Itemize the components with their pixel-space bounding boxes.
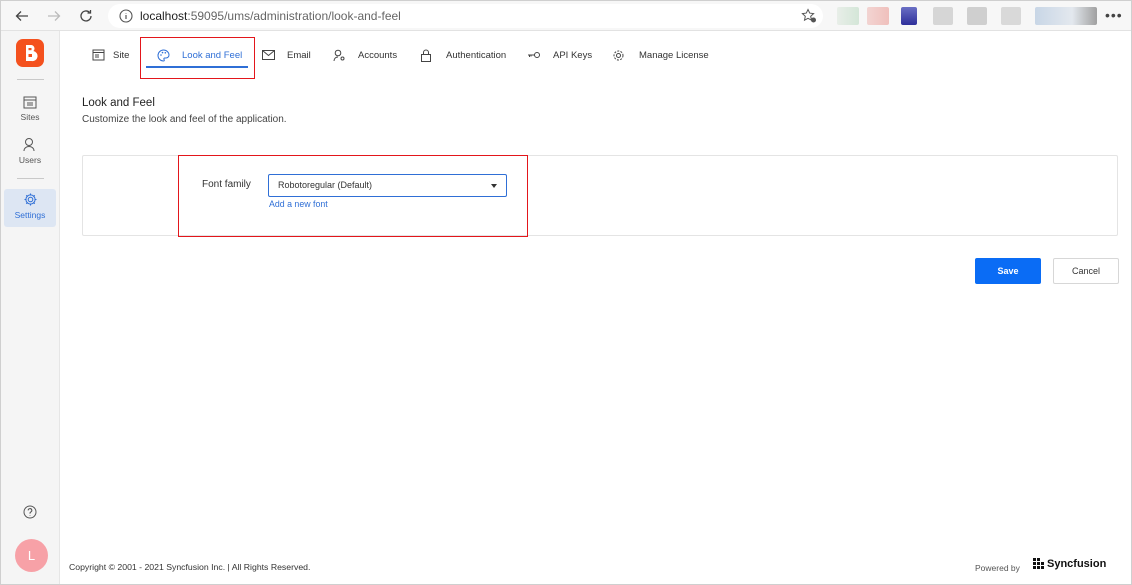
app-sidebar: Sites Users Settings L — [1, 31, 60, 584]
tab-label: Authentication — [446, 49, 507, 61]
gear-icon — [24, 193, 36, 206]
sidebar-item-label: Users — [18, 155, 42, 165]
brand-name: Syncfusion — [1047, 558, 1107, 570]
extension-icon[interactable] — [837, 7, 859, 25]
forward-icon[interactable] — [44, 6, 64, 26]
extension-icon[interactable] — [1001, 7, 1021, 25]
highlight-box-font-family — [178, 155, 528, 237]
browser-toolbar: localhost:59095/ums/administration/look-… — [1, 1, 1131, 31]
lock-icon — [421, 49, 431, 62]
favorite-star-icon[interactable] — [801, 8, 817, 24]
cancel-button[interactable]: Cancel — [1053, 258, 1119, 284]
footer-powered-by: Powered by — [975, 563, 1020, 573]
more-options-icon[interactable]: ••• — [1105, 7, 1123, 23]
info-icon[interactable] — [118, 8, 134, 24]
refresh-icon[interactable] — [76, 6, 96, 26]
save-button[interactable]: Save — [975, 258, 1041, 284]
extension-icon[interactable] — [933, 7, 953, 25]
window-frame — [0, 0, 1132, 585]
key-icon — [528, 52, 540, 58]
sidebar-item-sites[interactable]: Sites — [4, 93, 56, 131]
tab-api-keys[interactable]: API Keys — [527, 31, 592, 79]
profile-extension[interactable] — [1035, 7, 1097, 25]
back-icon[interactable] — [12, 6, 32, 26]
tab-label: Email — [287, 49, 311, 61]
tab-manage-license[interactable]: Manage License — [612, 31, 709, 79]
tab-accounts[interactable]: Accounts — [333, 31, 397, 79]
syncfusion-mark-icon — [1033, 558, 1044, 569]
sidebar-item-label: Sites — [20, 112, 40, 122]
sidebar-item-label: Settings — [14, 210, 46, 220]
footer-copyright: Copyright © 2001 - 2021 Syncfusion Inc. … — [69, 562, 311, 572]
address-bar[interactable]: localhost:59095/ums/administration/look-… — [108, 4, 823, 28]
license-gear-icon — [613, 50, 624, 60]
tab-label: Site — [113, 49, 130, 61]
sidebar-divider — [17, 178, 44, 179]
page-subtitle: Customize the look and feel of the appli… — [82, 114, 287, 125]
avatar[interactable]: L — [15, 539, 48, 572]
tab-authentication[interactable]: Authentication — [420, 31, 506, 79]
tab-label: Accounts — [358, 49, 398, 61]
page-title: Look and Feel — [82, 97, 155, 109]
tab-label: Manage License — [639, 49, 709, 61]
url-text: localhost:59095/ums/administration/look-… — [140, 9, 401, 23]
help-icon[interactable] — [23, 505, 37, 519]
sidebar-item-settings[interactable]: Settings — [4, 189, 56, 227]
extension-icon[interactable] — [901, 7, 917, 25]
sidebar-item-users[interactable]: Users — [4, 134, 56, 172]
tab-label: API Keys — [553, 49, 593, 61]
tab-email[interactable]: Email — [262, 31, 311, 79]
tab-site[interactable]: Site — [92, 31, 129, 79]
site-icon — [92, 49, 105, 61]
sites-icon — [23, 96, 37, 109]
user-icon — [23, 138, 35, 152]
extension-icon[interactable] — [967, 7, 987, 25]
account-key-icon — [333, 49, 345, 61]
syncfusion-logo: Syncfusion — [1033, 558, 1106, 570]
highlight-box-tab — [140, 37, 255, 79]
app-logo[interactable] — [16, 39, 44, 67]
extension-icon[interactable] — [867, 7, 889, 25]
mail-icon — [262, 50, 275, 60]
sidebar-divider — [17, 79, 44, 80]
